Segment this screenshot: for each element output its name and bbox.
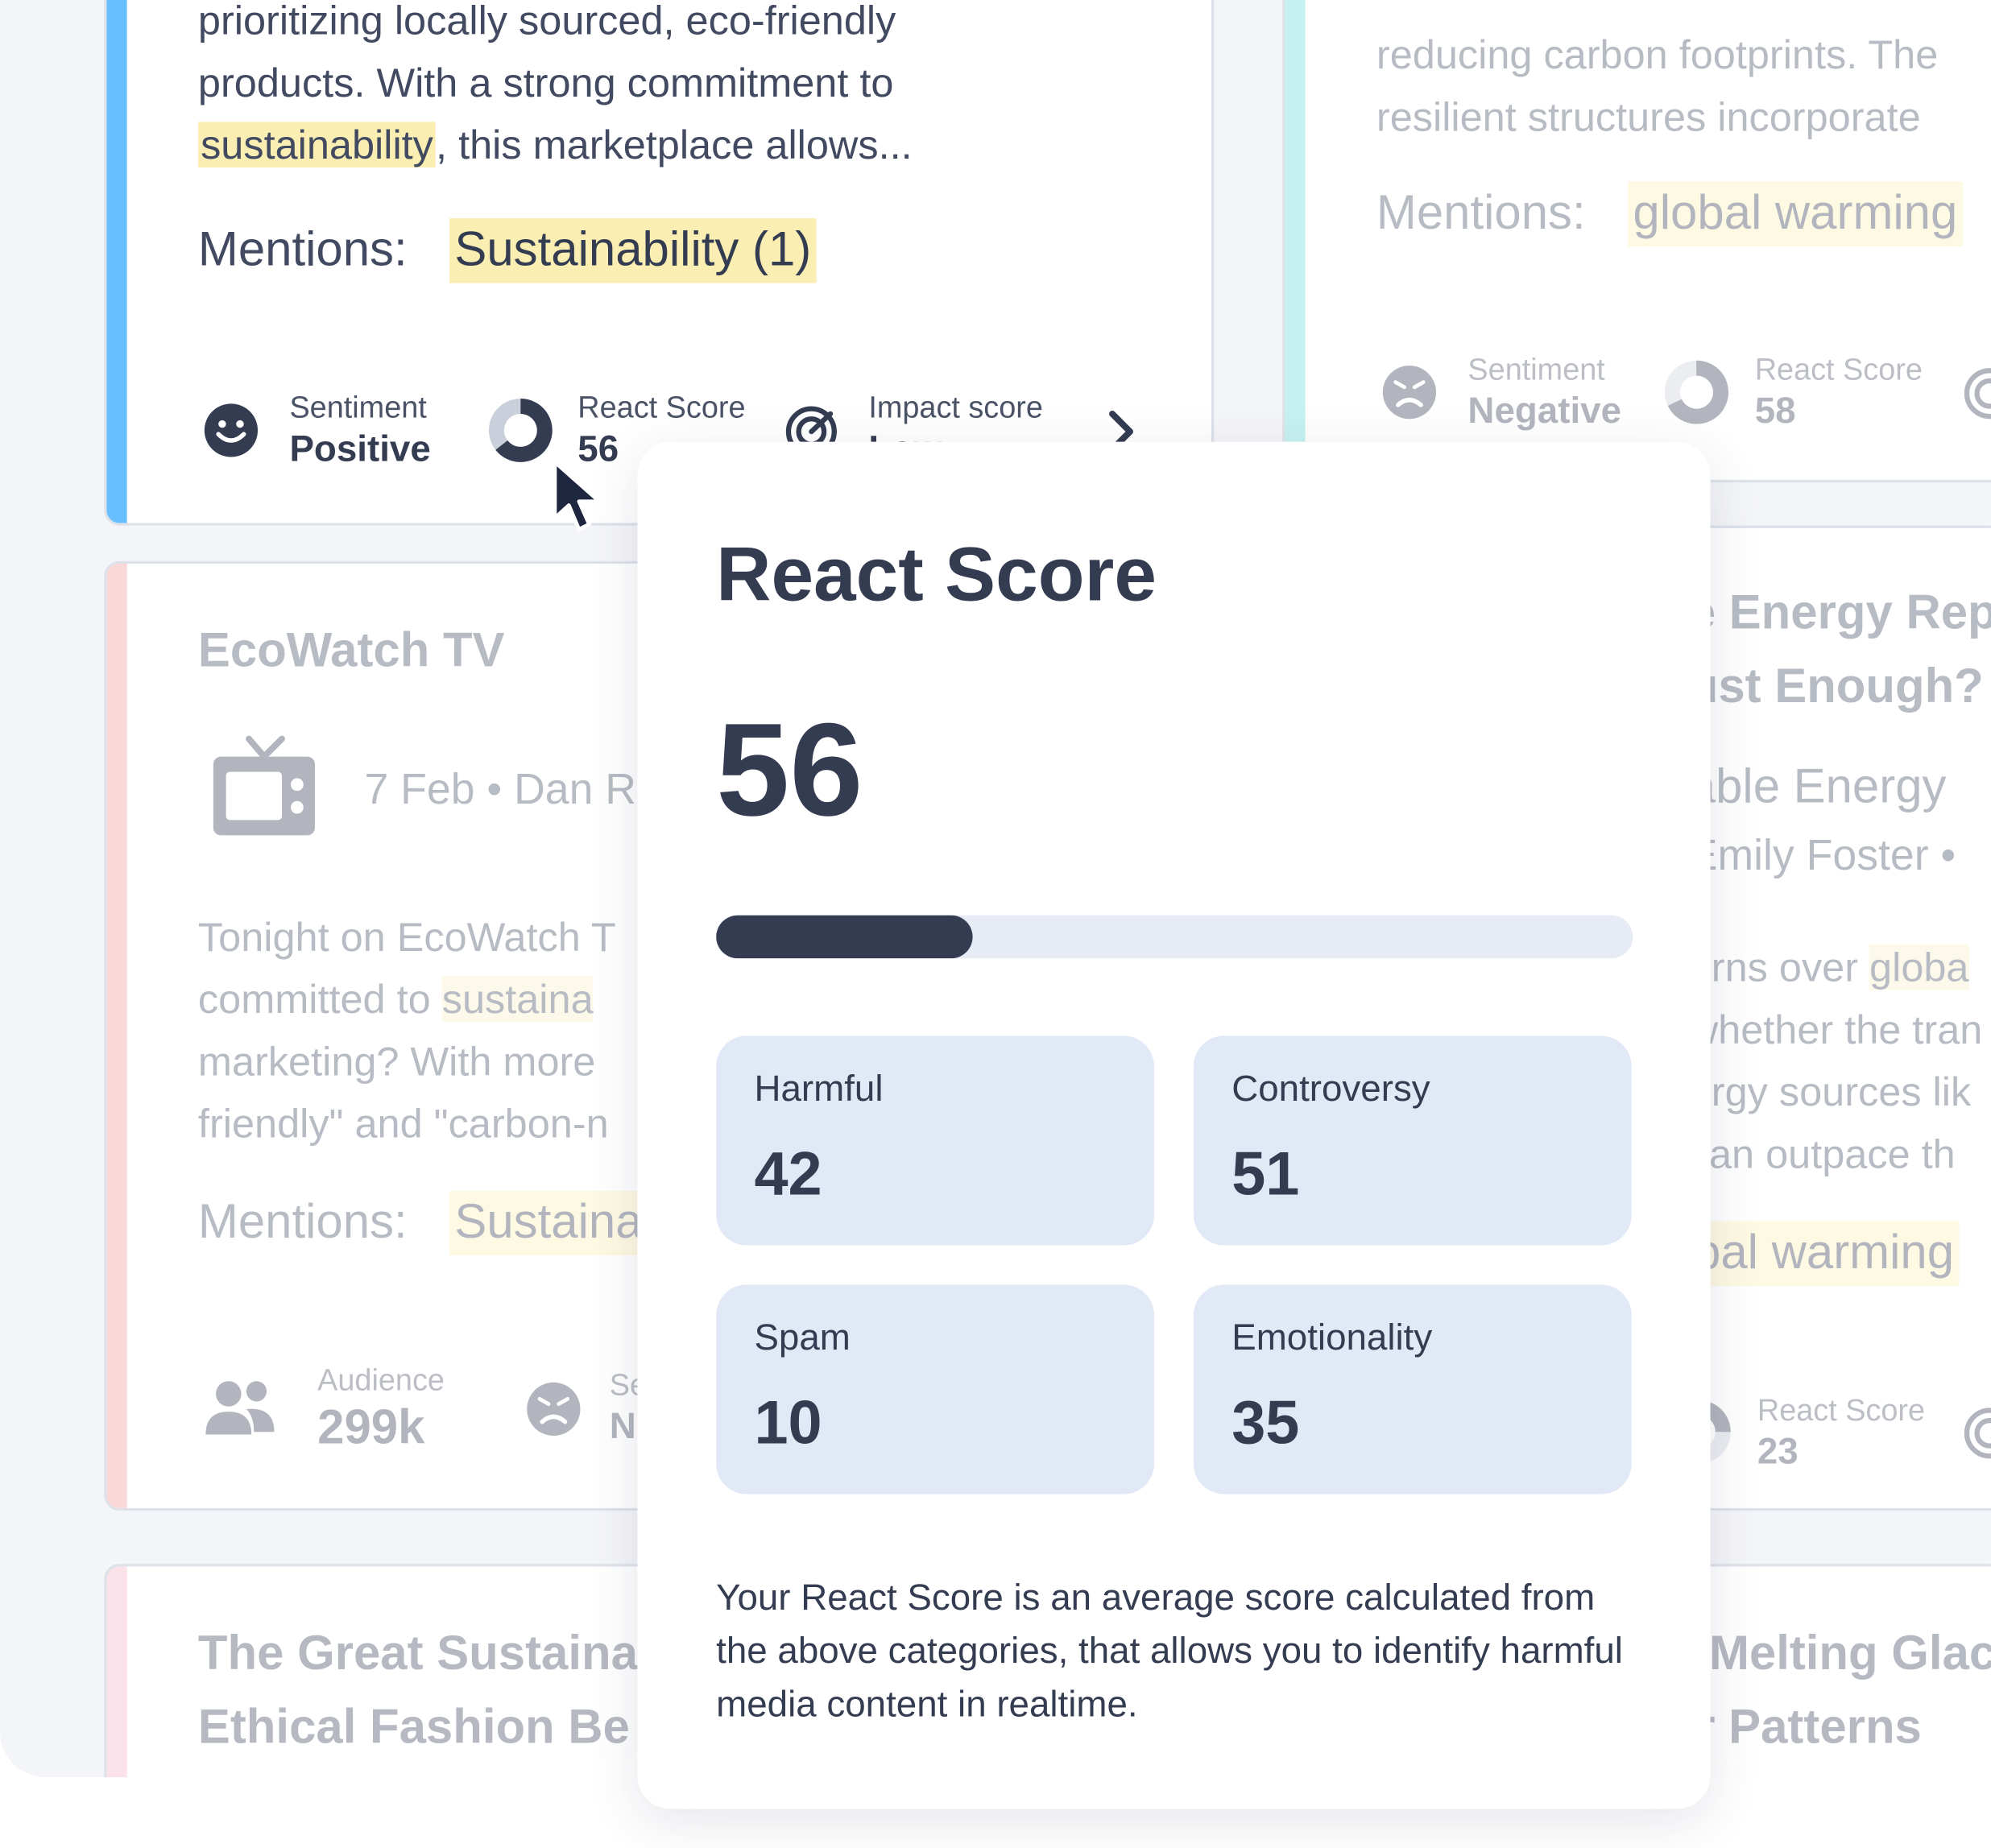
- card-body-text: committed to: [197, 976, 431, 1023]
- metric-label: Emotionality: [1231, 1317, 1433, 1358]
- card-meta: 7 Feb • Dan R: [364, 765, 637, 814]
- card-body-line: ergy sources lik: [1688, 1069, 1972, 1115]
- metric-label: Harmful: [754, 1069, 884, 1110]
- card-title: The Great Sustaina: [197, 1627, 638, 1681]
- card-body-line: committed to sustaina: [198, 969, 594, 1031]
- audience-label: Audience: [317, 1363, 445, 1398]
- sentiment-value: Negative: [1467, 391, 1622, 432]
- radar-icon: [1964, 368, 1991, 420]
- popover-score: 56: [716, 697, 863, 845]
- radar-icon: [1964, 1408, 1991, 1459]
- angry-face-icon: [1382, 366, 1437, 420]
- card-body-text: erns over: [1688, 944, 1859, 990]
- card-title: r Patterns: [1696, 1701, 1922, 1755]
- card-body-line: resilient structures incorporate: [1376, 93, 1921, 140]
- angry-face-icon: [527, 1382, 581, 1437]
- metric-value: 10: [754, 1390, 822, 1457]
- mentions-label: Mentions:: [197, 1196, 408, 1250]
- mentions-label: Mentions:: [197, 223, 408, 277]
- metric-tile-harmful: Harmful 42: [716, 1036, 1155, 1246]
- donut-icon: [1664, 360, 1728, 424]
- keyword-highlight: globa: [1869, 944, 1969, 990]
- card-body-line: friendly" and "carbon-n: [197, 1100, 609, 1147]
- keyword-highlight: sustaina: [441, 976, 594, 1023]
- card-body-line: prioritizing locally sourced, eco-friend…: [197, 0, 896, 43]
- mention-chip[interactable]: global warming: [1628, 181, 1963, 246]
- donut-icon[interactable]: [487, 397, 553, 463]
- react-score-label: React Score: [1757, 1393, 1926, 1428]
- card-body-line: marketing? With more: [197, 1038, 596, 1085]
- mention-chip[interactable]: Sustaina: [449, 1190, 648, 1256]
- mentions-label: Mentions:: [1376, 186, 1586, 240]
- card-body-line: sustainability, this marketplace allows.…: [197, 114, 913, 176]
- mention-chip[interactable]: bal warming: [1688, 1221, 1960, 1286]
- card-body-line: reducing carbon footprints. The: [1376, 31, 1939, 78]
- metric-tile-controversy: Controversy 51: [1193, 1036, 1632, 1246]
- impact-score-label: Impact score: [868, 391, 1043, 426]
- card-body-tail: , this marketplace allows...: [436, 122, 913, 168]
- card-body-line: whether the tran: [1688, 1007, 1983, 1052]
- score-progress-bar: [716, 915, 1633, 959]
- media-card[interactable]: withstand extreme weather co reducing ca…: [1282, 0, 1991, 483]
- metric-label: Spam: [754, 1317, 851, 1358]
- card-subtitle: able Energy: [1688, 760, 1947, 814]
- card-title: EcoWatch TV: [197, 624, 505, 678]
- card-body-line: can outpace th: [1688, 1131, 1956, 1177]
- smile-icon: [204, 403, 259, 457]
- card-title: ust Enough?: [1688, 659, 1984, 713]
- card-body-line: withstand extreme weather co: [1376, 0, 1916, 16]
- sentiment-label: Sentiment: [1467, 353, 1605, 387]
- metric-tile-emotionality: Emotionality 35: [1193, 1284, 1632, 1495]
- mouse-cursor-icon: [553, 460, 602, 531]
- popover-description: Your React Score is an average score cal…: [716, 1577, 1623, 1726]
- card-accent-bar: [106, 1566, 127, 1778]
- tv-icon: [213, 735, 315, 836]
- score-progress-fill: [716, 915, 973, 959]
- card-title: e Energy Rep: [1688, 586, 1991, 640]
- sentiment-label: Sentiment: [289, 391, 427, 426]
- react-score-label: React Score: [577, 391, 746, 426]
- keyword-highlight: sustainability: [197, 122, 437, 168]
- react-score-popover: React Score 56 Harmful 42 Controversy 51…: [637, 441, 1711, 1809]
- card-title: Ethical Fashion Be: [197, 1701, 630, 1755]
- metric-value: 42: [754, 1141, 822, 1209]
- card-accent-bar: [106, 0, 127, 523]
- sentiment-value: N: [609, 1406, 636, 1448]
- popover-title: React Score: [716, 531, 1157, 618]
- metric-tile-spam: Spam 10: [716, 1284, 1155, 1495]
- react-score-value: 23: [1757, 1432, 1799, 1473]
- metric-label: Controversy: [1231, 1069, 1430, 1110]
- card-author: Emily Foster •: [1688, 831, 1956, 880]
- card-accent-bar: [106, 563, 127, 1508]
- react-score-label: React Score: [1754, 353, 1923, 387]
- audience-value: 299k: [317, 1401, 425, 1455]
- card-title: Melting Glac: [1708, 1627, 1991, 1681]
- card-accent-bar: [1285, 0, 1306, 480]
- sentiment-value: Positive: [289, 428, 431, 470]
- metric-value: 35: [1231, 1390, 1300, 1457]
- metric-value: 51: [1231, 1141, 1300, 1209]
- card-body-line: products. With a strong commitment to: [197, 60, 894, 105]
- mention-chip[interactable]: Sustainability (1): [449, 218, 817, 283]
- audience-icon: [205, 1381, 275, 1435]
- react-score-value: 58: [1754, 391, 1796, 432]
- card-body-line: erns over globa: [1689, 936, 1969, 998]
- card-body-line: Tonight on EcoWatch T: [197, 914, 616, 960]
